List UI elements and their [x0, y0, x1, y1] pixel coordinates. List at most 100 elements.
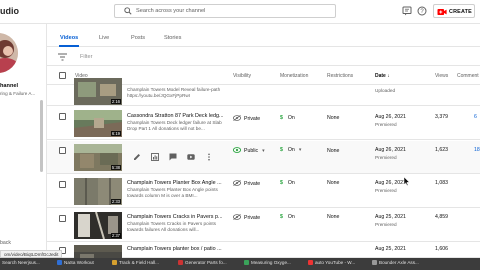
create-button[interactable]: CREATE — [433, 4, 475, 18]
views-cell: 1,623 — [435, 147, 448, 153]
visibility-label: Private — [244, 215, 261, 221]
comments-icon[interactable] — [169, 153, 177, 161]
channel-label: hannel — [0, 83, 19, 89]
video-camera-icon — [437, 9, 447, 15]
col-restrictions[interactable]: Restrictions — [327, 73, 353, 79]
views-cell: 4,859 — [435, 214, 448, 220]
video-thumbnail[interactable] — [74, 245, 122, 258]
monetization-dropdown[interactable]: $ On ▾ — [280, 147, 301, 153]
col-visibility[interactable]: Visibility — [233, 73, 251, 79]
table-row[interactable]: 2:16 Champlain Towers Model Reveal failu… — [47, 78, 480, 106]
duration-badge: 5:38 — [110, 165, 121, 170]
bookmark-item[interactable]: Bounder Axle Ass... — [372, 260, 419, 265]
private-eye-icon — [233, 115, 241, 121]
dollar-icon: $ — [280, 214, 283, 220]
search-placeholder: Search across your channel — [136, 8, 206, 14]
sidebar-back-link[interactable]: back — [0, 240, 11, 246]
video-title[interactable]: Champlain Towers planter box / patio ... — [127, 246, 227, 252]
visibility-label: Private — [244, 116, 261, 122]
filter-bar[interactable]: Filter — [47, 48, 480, 66]
table-row[interactable]: 5:38 Public ▾ $ On ▾ None Aug 26, 2021 Prem… — [47, 141, 480, 174]
video-thumbnail[interactable]: 2:33 — [74, 178, 122, 205]
table-row[interactable]: 2:37 Champlain Towers Cracks in Pavers p… — [47, 209, 480, 242]
duration-badge: 6:19 — [110, 131, 121, 136]
youtube-play-icon[interactable] — [187, 153, 195, 161]
views-cell: 1,083 — [435, 180, 448, 186]
restrictions-cell: None — [327, 214, 340, 220]
video-description: Champlain Towers Cracks in Pavers points… — [127, 221, 217, 233]
row-checkbox[interactable] — [59, 113, 66, 120]
monetization-cell[interactable]: $ On — [280, 214, 295, 220]
bookmark-item[interactable]: Track & Field Hall... — [112, 260, 159, 265]
comments-cell[interactable]: 6 — [474, 114, 477, 120]
filter-icon[interactable] — [58, 53, 67, 61]
col-date-label: Date — [375, 73, 386, 79]
bookmark-icon — [244, 260, 249, 265]
row-checkbox[interactable] — [59, 181, 66, 188]
channel-avatar[interactable] — [0, 33, 18, 73]
bookmark-icon — [178, 260, 183, 265]
monetization-cell[interactable]: $ On — [280, 180, 295, 186]
video-title[interactable]: Champlain Towers Planter Box Angle ... — [127, 180, 227, 186]
visibility-cell[interactable]: Private — [233, 214, 260, 221]
visibility-dropdown[interactable]: Public ▾ — [233, 147, 265, 154]
video-thumbnail[interactable]: 5:38 — [74, 144, 122, 171]
visibility-cell[interactable]: Private — [233, 180, 260, 187]
bookmark-item[interactable]: NaSa Workout — [57, 260, 94, 265]
date-cell: Aug 26, 2021 — [375, 180, 406, 186]
visibility-label: Public — [244, 148, 259, 154]
bookmark-item[interactable]: Generator Parts fo... — [178, 260, 227, 265]
views-cell: 3,379 — [435, 114, 448, 120]
restrictions-cell: None — [327, 180, 340, 186]
tab-posts[interactable]: Posts — [131, 35, 145, 41]
video-thumbnail[interactable]: 2:16 — [74, 78, 122, 105]
mouse-cursor-icon — [404, 177, 410, 186]
col-date[interactable]: Date ↓ — [375, 73, 390, 79]
video-thumbnail[interactable]: 6:19 — [74, 110, 122, 137]
active-tab-indicator — [59, 45, 79, 47]
duration-badge: 2:33 — [110, 199, 121, 204]
video-thumbnail[interactable]: 2:37 — [74, 212, 122, 239]
search-icon — [124, 7, 132, 15]
col-views[interactable]: Views — [435, 73, 448, 79]
more-options-icon[interactable] — [205, 153, 213, 161]
col-comments[interactable]: Comment — [457, 73, 479, 79]
bookmark-item[interactable]: auto YouTube - W... — [308, 260, 355, 265]
col-monetization[interactable]: Monetization — [280, 73, 308, 79]
tab-stories[interactable]: Stories — [164, 35, 181, 41]
bookmark-item[interactable]: Search Neerjsus... — [2, 260, 40, 265]
date-status: Premiered — [375, 122, 397, 127]
monetization-label: On — [287, 214, 295, 220]
edit-pencil-icon[interactable] — [133, 153, 141, 161]
visibility-cell[interactable]: Private — [233, 115, 260, 122]
bookmark-item[interactable]: Measuring Oxyge... — [244, 260, 291, 265]
views-cell: 1,606 — [435, 246, 448, 252]
row-checkbox[interactable] — [59, 147, 66, 154]
top-header: udio Search across your channel ? CREATE — [0, 0, 480, 24]
table-row[interactable]: Champlain Towers planter box / patio ...… — [47, 243, 480, 258]
studio-brand[interactable]: udio — [0, 6, 19, 16]
comments-cell[interactable]: 18 — [474, 147, 480, 153]
dollar-icon: $ — [280, 147, 283, 153]
bookmark-icon — [112, 260, 117, 265]
row-checkbox[interactable] — [59, 215, 66, 222]
tab-live[interactable]: Live — [99, 35, 109, 41]
upload-status: Uploaded — [375, 88, 396, 93]
feedback-icon[interactable] — [402, 6, 412, 16]
video-title[interactable]: Cassondra Stratton 87 Park Deck ledg... — [127, 113, 227, 119]
chevron-down-icon: ▾ — [298, 147, 302, 153]
tab-videos[interactable]: Videos — [60, 35, 78, 41]
monetization-cell[interactable]: $ On — [280, 115, 295, 121]
date-cell: Aug 26, 2021 — [375, 114, 406, 120]
table-row[interactable]: 6:19 Cassondra Stratton 87 Park Deck led… — [47, 107, 480, 140]
private-eye-icon — [233, 180, 241, 186]
search-bar[interactable]: Search across your channel — [114, 4, 336, 18]
sidebar-scrollbar[interactable] — [40, 100, 43, 172]
analytics-icon[interactable] — [151, 153, 159, 161]
select-all-checkbox[interactable] — [59, 72, 66, 79]
restrictions-cell: None — [327, 148, 340, 154]
help-icon[interactable]: ? — [417, 6, 427, 16]
video-title[interactable]: Champlain Towers Cracks in Pavers p... — [127, 214, 227, 220]
table-row[interactable]: 2:33 Champlain Towers Planter Box Angle … — [47, 175, 480, 208]
bookmarks-bar: Search Neerjsus... NaSa Workout Track & … — [0, 258, 480, 270]
